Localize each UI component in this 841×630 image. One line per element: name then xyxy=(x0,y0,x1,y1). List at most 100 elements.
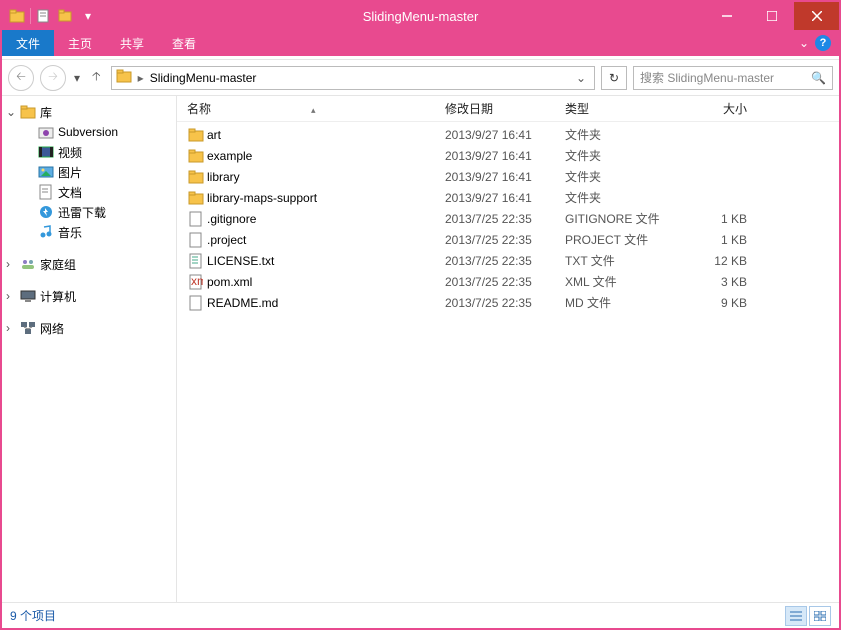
column-type[interactable]: 类型 xyxy=(565,100,685,117)
file-name: example xyxy=(205,149,445,163)
chevron-right-icon[interactable]: ▸ xyxy=(136,71,146,85)
tree-item[interactable]: 文档 xyxy=(2,182,176,202)
back-button[interactable]: 🡠 xyxy=(8,65,34,91)
tree-group[interactable]: ›计算机 xyxy=(2,286,176,306)
tree-item[interactable]: 视频 xyxy=(2,142,176,162)
file-row[interactable]: xmlpom.xml2013/7/25 22:35XML 文件3 KB xyxy=(177,271,839,292)
address-input[interactable]: ▸ SlidingMenu-master ⌄ xyxy=(111,66,595,90)
close-button[interactable] xyxy=(794,2,839,30)
address-dropdown-icon[interactable]: ⌄ xyxy=(572,71,590,85)
tree-group[interactable]: › 家庭组 xyxy=(2,254,176,274)
file-size: 1 KB xyxy=(685,212,755,226)
expand-icon[interactable]: › xyxy=(6,257,16,271)
file-type: 文件夹 xyxy=(565,168,685,185)
file-row[interactable]: LICENSE.txt2013/7/25 22:35TXT 文件12 KB xyxy=(177,250,839,271)
file-row[interactable]: library2013/9/27 16:41文件夹 xyxy=(177,166,839,187)
file-size: 12 KB xyxy=(685,254,755,268)
tree-label: 文档 xyxy=(58,184,82,201)
xunlei-icon xyxy=(38,204,54,220)
details-view-button[interactable] xyxy=(785,606,807,626)
icons-view-button[interactable] xyxy=(809,606,831,626)
qat-dropdown-icon[interactable]: ▾ xyxy=(77,5,99,27)
file-date: 2013/7/25 22:35 xyxy=(445,275,565,289)
sort-asc-icon: ▴ xyxy=(211,105,316,115)
search-input[interactable]: 搜索 SlidingMenu-master 🔍 xyxy=(633,66,833,90)
file-icon xyxy=(187,232,205,248)
refresh-button[interactable]: ↻ xyxy=(601,66,627,90)
file-row[interactable]: example2013/9/27 16:41文件夹 xyxy=(177,145,839,166)
library-icon xyxy=(20,104,36,120)
file-row[interactable]: README.md2013/7/25 22:35MD 文件9 KB xyxy=(177,292,839,313)
file-name: library-maps-support xyxy=(205,191,445,205)
column-date[interactable]: 修改日期 xyxy=(445,100,565,117)
computer-icon xyxy=(20,288,36,304)
help-icon[interactable]: ? xyxy=(815,35,831,51)
folder-icon xyxy=(187,191,205,205)
collapse-icon[interactable]: ⌄ xyxy=(6,105,16,119)
file-type: XML 文件 xyxy=(565,273,685,290)
folder-icon xyxy=(6,5,28,27)
folder-icon xyxy=(187,128,205,142)
status-text: 9 个项目 xyxy=(10,607,56,624)
ribbon-expand-icon[interactable]: ⌄ xyxy=(799,36,809,50)
up-button[interactable]: 🡡 xyxy=(88,67,105,88)
file-list[interactable]: art2013/9/27 16:41文件夹example2013/9/27 16… xyxy=(177,122,839,602)
file-date: 2013/7/25 22:35 xyxy=(445,233,565,247)
new-folder-icon[interactable] xyxy=(55,5,77,27)
xml-icon: xml xyxy=(187,274,205,290)
minimize-button[interactable] xyxy=(704,2,749,30)
column-headers: 名称▴ 修改日期 类型 大小 xyxy=(177,96,839,122)
file-type: 文件夹 xyxy=(565,189,685,206)
network-icon xyxy=(20,320,36,336)
file-date: 2013/7/25 22:35 xyxy=(445,296,565,310)
navigation-pane[interactable]: ⌄ 库 Subversion 视频图片文档迅雷下载音乐 › 家庭组 ›计算机 ›网络 xyxy=(2,96,177,602)
file-row[interactable]: library-maps-support2013/9/27 16:41文件夹 xyxy=(177,187,839,208)
tab-file[interactable]: 文件 xyxy=(2,30,54,56)
documents-icon xyxy=(38,184,54,200)
file-row[interactable]: art2013/9/27 16:41文件夹 xyxy=(177,124,839,145)
breadcrumb-item[interactable]: SlidingMenu-master xyxy=(150,71,257,85)
file-date: 2013/9/27 16:41 xyxy=(445,170,565,184)
column-size[interactable]: 大小 xyxy=(685,100,755,117)
file-row[interactable]: .project2013/7/25 22:35PROJECT 文件1 KB xyxy=(177,229,839,250)
tree-item[interactable]: Subversion xyxy=(2,122,176,142)
tree-label: Subversion xyxy=(58,125,118,139)
properties-icon[interactable] xyxy=(33,5,55,27)
file-icon xyxy=(187,295,205,311)
file-date: 2013/9/27 16:41 xyxy=(445,191,565,205)
file-name: .project xyxy=(205,233,445,247)
tree-item[interactable]: 音乐 xyxy=(2,222,176,242)
pictures-icon xyxy=(38,164,54,180)
tab-home[interactable]: 主页 xyxy=(54,30,106,56)
maximize-button[interactable] xyxy=(749,2,794,30)
file-name: art xyxy=(205,128,445,142)
tree-label: 家庭组 xyxy=(40,256,76,273)
expand-icon[interactable]: › xyxy=(6,321,16,335)
folder-icon xyxy=(187,149,205,163)
tab-view[interactable]: 查看 xyxy=(158,30,210,56)
file-row[interactable]: .gitignore2013/7/25 22:35GITIGNORE 文件1 K… xyxy=(177,208,839,229)
column-name[interactable]: 名称▴ xyxy=(187,100,445,117)
explorer-window: ▾ SlidingMenu-master 文件 主页 共享 查看 ⌄ ? 🡠 🡢… xyxy=(0,0,841,630)
file-type: MD 文件 xyxy=(565,294,685,311)
expand-icon[interactable]: › xyxy=(6,289,16,303)
titlebar[interactable]: ▾ SlidingMenu-master xyxy=(2,2,839,30)
tree-item[interactable]: 图片 xyxy=(2,162,176,182)
content-area: ⌄ 库 Subversion 视频图片文档迅雷下载音乐 › 家庭组 ›计算机 ›网络 名… xyxy=(2,96,839,602)
address-bar: 🡠 🡢 ▾ 🡡 ▸ SlidingMenu-master ⌄ ↻ 搜索 Slid… xyxy=(2,60,839,96)
tree-libraries[interactable]: ⌄ 库 xyxy=(2,102,176,122)
search-icon[interactable]: 🔍 xyxy=(811,71,826,85)
ribbon-tabs: 文件 主页 共享 查看 ⌄ ? xyxy=(2,30,839,56)
file-size: 9 KB xyxy=(685,296,755,310)
file-type: 文件夹 xyxy=(565,126,685,143)
tab-share[interactable]: 共享 xyxy=(106,30,158,56)
forward-button[interactable]: 🡢 xyxy=(40,65,66,91)
file-type: PROJECT 文件 xyxy=(565,231,685,248)
folder-icon xyxy=(187,170,205,184)
tree-item[interactable]: 迅雷下载 xyxy=(2,202,176,222)
file-type: TXT 文件 xyxy=(565,252,685,269)
history-dropdown-icon[interactable]: ▾ xyxy=(72,71,82,85)
tree-group[interactable]: ›网络 xyxy=(2,318,176,338)
homegroup-icon xyxy=(20,256,36,272)
tree-label: 音乐 xyxy=(58,224,82,241)
